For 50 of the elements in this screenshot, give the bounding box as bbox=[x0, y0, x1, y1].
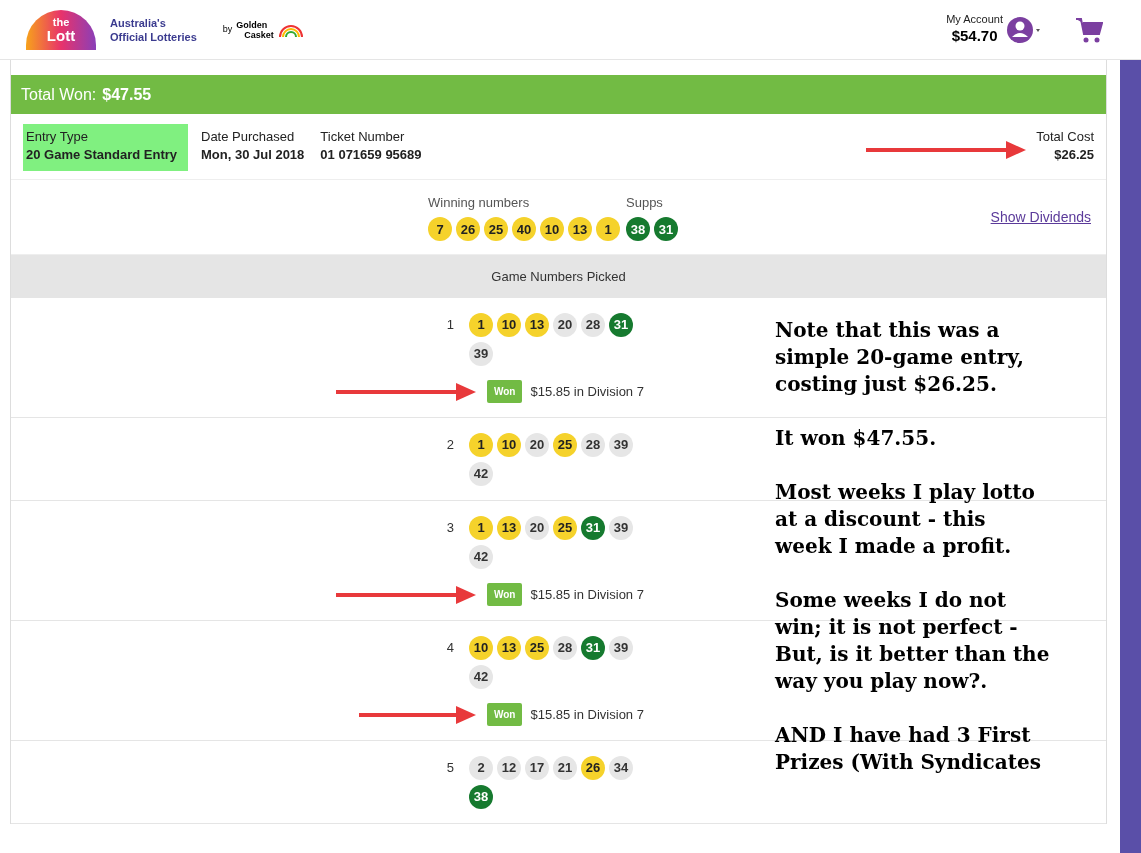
logo-text: the bbox=[52, 16, 70, 28]
detail-value: $26.25 bbox=[1054, 146, 1094, 164]
prize-text: $15.85 in Division 7 bbox=[530, 705, 644, 724]
detail-label: Entry Type bbox=[26, 128, 89, 146]
rainbow-icon bbox=[277, 22, 304, 37]
detail-value: Mon, 30 Jul 2018 bbox=[201, 146, 305, 164]
annotation-text: It won $47.55. bbox=[775, 425, 938, 452]
tagline: Australia's bbox=[110, 15, 167, 30]
prize-text: $15.85 in Division 7 bbox=[530, 585, 644, 604]
game-number: 4 bbox=[445, 639, 455, 657]
game-number: 1 bbox=[445, 316, 455, 334]
detail-label: Date Purchased bbox=[201, 128, 296, 146]
annotation-text: win; it is not perfect - bbox=[775, 614, 1019, 641]
game-number: 3 bbox=[445, 519, 455, 537]
won-badge: Won bbox=[487, 583, 523, 606]
cart-icon[interactable] bbox=[1075, 15, 1103, 44]
annotation-text: Note that this was a bbox=[775, 317, 1001, 344]
partner-logo-text: Casket bbox=[243, 29, 274, 40]
won-badge: Won bbox=[487, 380, 523, 403]
account-balance: $54.70 bbox=[951, 27, 998, 46]
annotation-text: simple 20-game entry, bbox=[775, 344, 1025, 371]
section-header: Game Numbers Picked bbox=[491, 267, 626, 286]
logo-text: Lott bbox=[46, 27, 76, 43]
section-label: Winning numbers bbox=[428, 193, 531, 212]
annotation-text: Most weeks I play lotto bbox=[775, 479, 1036, 506]
annotation-text: Prizes (With Syndicates bbox=[775, 749, 1042, 776]
annotation-text: way you play now?. bbox=[775, 668, 989, 695]
partner-label: by bbox=[222, 22, 233, 36]
annotation-text: Some weeks I do not bbox=[775, 587, 1008, 614]
total-won-amount: $47.55 bbox=[102, 84, 152, 105]
account-avatar-icon[interactable] bbox=[1007, 15, 1041, 44]
section-label: Supps bbox=[626, 193, 664, 212]
account-label: My Account bbox=[946, 13, 1003, 27]
tagline: Official Lotteries bbox=[110, 29, 197, 44]
annotation-text: AND I have had 3 First bbox=[775, 722, 1032, 749]
partner-logo-text: Golden bbox=[236, 19, 269, 30]
total-won-label: Total Won: bbox=[21, 84, 97, 105]
detail-value: 01 071659 95689 bbox=[320, 146, 422, 164]
game-number: 5 bbox=[445, 759, 455, 777]
prize-text: $15.85 in Division 7 bbox=[530, 382, 644, 401]
game-number: 2 bbox=[445, 436, 455, 454]
annotation-text: at a discount - this bbox=[775, 506, 987, 533]
detail-value: 20 Game Standard Entry bbox=[26, 146, 178, 164]
annotation-text: week I made a profit. bbox=[775, 533, 1013, 560]
annotation-text: costing just $26.25. bbox=[775, 371, 998, 398]
detail-label: Total Cost bbox=[1036, 128, 1094, 146]
annotation-text: But, is it better than the bbox=[775, 641, 1050, 668]
detail-label: Ticket Number bbox=[320, 128, 406, 146]
won-badge: Won bbox=[487, 703, 523, 726]
show-dividends-link[interactable]: Show Dividends bbox=[990, 206, 1091, 228]
